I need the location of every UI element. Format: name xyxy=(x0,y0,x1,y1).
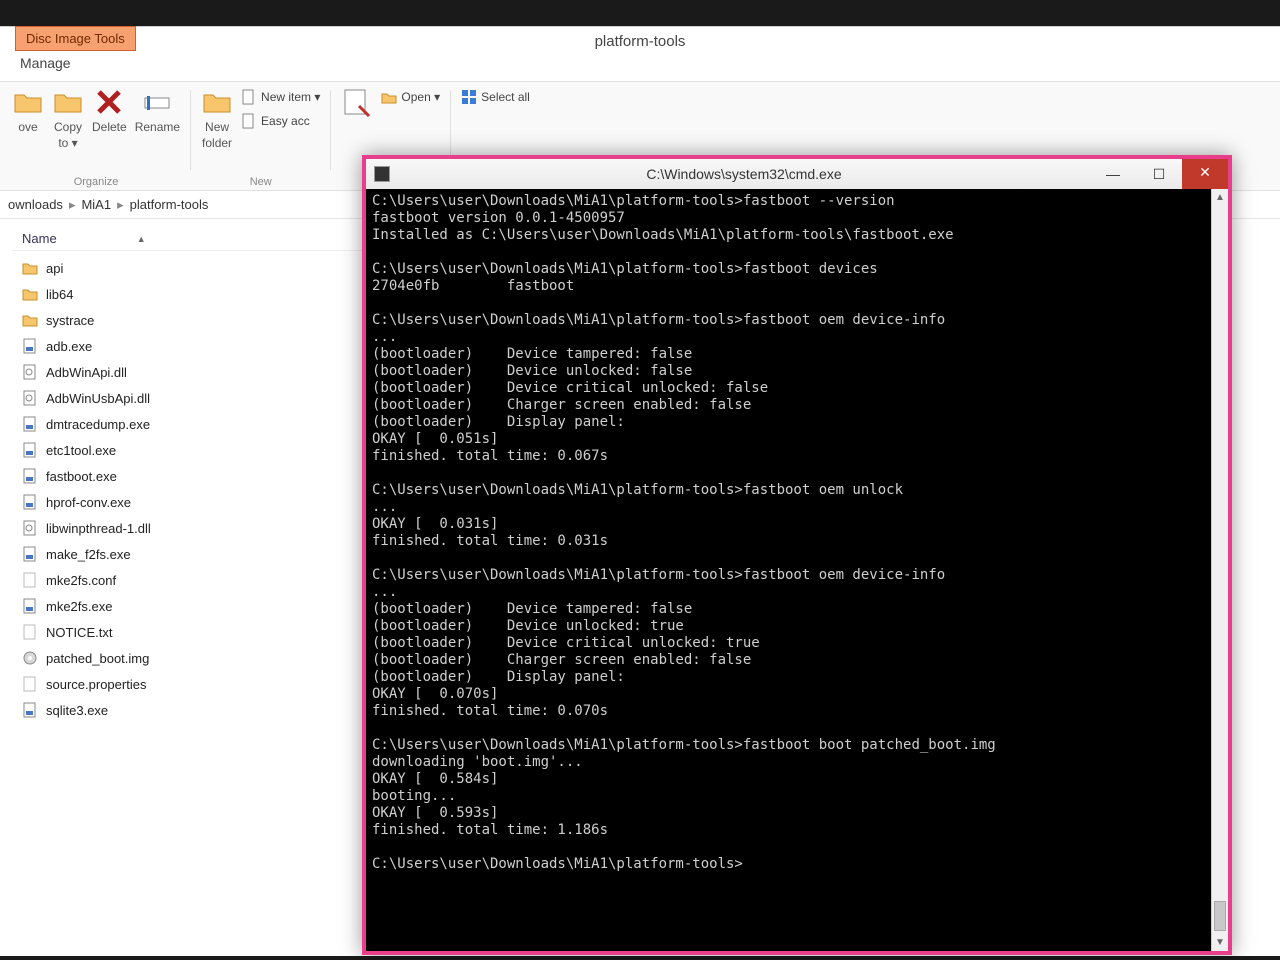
file-row[interactable]: systrace xyxy=(22,307,370,333)
file-row[interactable]: NOTICE.txt xyxy=(22,619,370,645)
select-all-button[interactable]: Select all xyxy=(461,86,530,108)
maximize-button[interactable]: ☐ xyxy=(1136,159,1182,189)
open-label: Open ▾ xyxy=(401,90,440,104)
file-list: api lib64 systrace adb.exe AdbWinApi.dll AdbW… xyxy=(12,251,380,727)
file-name: patched_boot.img xyxy=(46,651,149,666)
file-row[interactable]: hprof-conv.exe xyxy=(22,489,370,515)
scroll-thumb[interactable] xyxy=(1214,901,1226,931)
file-name: NOTICE.txt xyxy=(46,625,112,640)
file-list-pane: Name ▲ api lib64 systrace adb.exe AdbWinApi.… xyxy=(12,227,380,956)
properties-button[interactable] xyxy=(341,86,373,118)
cmd-title: C:\Windows\system32\cmd.exe xyxy=(398,166,1090,182)
file-row[interactable]: mke2fs.conf xyxy=(22,567,370,593)
cmd-icon xyxy=(374,166,390,182)
file-name: etc1tool.exe xyxy=(46,443,116,458)
file-row[interactable]: patched_boot.img xyxy=(22,645,370,671)
delete-button[interactable]: Delete xyxy=(92,86,127,134)
cmd-scrollbar[interactable]: ▲ ▼ xyxy=(1211,189,1228,951)
minimize-button[interactable]: — xyxy=(1090,159,1136,189)
file-row[interactable]: fastboot.exe xyxy=(22,463,370,489)
file-row[interactable]: source.properties xyxy=(22,671,370,697)
move-to-button[interactable]: ove xyxy=(12,86,44,134)
file-name: AdbWinUsbApi.dll xyxy=(46,391,150,406)
file-row[interactable]: sqlite3.exe xyxy=(22,697,370,723)
file-name: fastboot.exe xyxy=(46,469,117,484)
file-name: sqlite3.exe xyxy=(46,703,108,718)
file-name: dmtracedump.exe xyxy=(46,417,150,432)
new-folder-label1: New xyxy=(205,120,229,134)
file-row[interactable]: adb.exe xyxy=(22,333,370,359)
scroll-up-icon[interactable]: ▲ xyxy=(1212,189,1228,206)
file-name: api xyxy=(46,261,63,276)
select-all-label: Select all xyxy=(481,90,530,104)
easy-access-button[interactable]: Easy acc xyxy=(241,110,320,132)
file-name: systrace xyxy=(46,313,94,328)
file-row[interactable]: libwinpthread-1.dll xyxy=(22,515,370,541)
copy-to-button[interactable]: Copy to ▾ xyxy=(52,86,84,150)
file-row[interactable]: api xyxy=(22,255,370,281)
file-name: lib64 xyxy=(46,287,73,302)
file-row[interactable]: dmtracedump.exe xyxy=(22,411,370,437)
new-folder-label2: folder xyxy=(202,136,232,150)
close-button[interactable]: ✕ xyxy=(1182,159,1228,189)
file-name: libwinpthread-1.dll xyxy=(46,521,151,536)
file-name: source.properties xyxy=(46,677,146,692)
copy-sub-label: to ▾ xyxy=(58,136,77,150)
cmd-output[interactable]: C:\Users\user\Downloads\MiA1\platform-to… xyxy=(366,189,1228,951)
breadcrumb[interactable]: ownloads xyxy=(8,197,63,212)
ribbon-separator xyxy=(330,90,331,170)
cmd-titlebar[interactable]: C:\Windows\system32\cmd.exe — ☐ ✕ xyxy=(366,159,1228,189)
move-label: ove xyxy=(18,120,37,134)
file-row[interactable]: AdbWinUsbApi.dll xyxy=(22,385,370,411)
window-title: platform-tools xyxy=(0,27,1280,50)
sort-asc-icon: ▲ xyxy=(137,234,146,244)
new-item-label: New item ▾ xyxy=(261,90,320,104)
file-name: make_f2fs.exe xyxy=(46,547,131,562)
file-row[interactable]: AdbWinApi.dll xyxy=(22,359,370,385)
ribbon-separator xyxy=(190,90,191,170)
new-item-button[interactable]: New item ▾ xyxy=(241,86,320,108)
scroll-down-icon[interactable]: ▼ xyxy=(1212,934,1228,951)
chevron-right-icon: ▸ xyxy=(69,197,76,213)
file-name: mke2fs.conf xyxy=(46,573,116,588)
file-name: mke2fs.exe xyxy=(46,599,112,614)
file-row[interactable]: make_f2fs.exe xyxy=(22,541,370,567)
easy-access-label: Easy acc xyxy=(261,114,310,128)
file-name: hprof-conv.exe xyxy=(46,495,131,510)
file-row[interactable]: mke2fs.exe xyxy=(22,593,370,619)
file-name: AdbWinApi.dll xyxy=(46,365,127,380)
rename-button[interactable]: Rename xyxy=(135,86,180,134)
cmd-window: C:\Windows\system32\cmd.exe — ☐ ✕ C:\Use… xyxy=(362,155,1232,955)
open-button[interactable]: Open ▾ xyxy=(381,86,440,108)
ribbon-tab-manage[interactable]: Manage xyxy=(20,55,71,71)
delete-label: Delete xyxy=(92,120,127,134)
rename-label: Rename xyxy=(135,120,180,134)
file-name: adb.exe xyxy=(46,339,92,354)
group-organize-label: Organize xyxy=(6,176,186,188)
file-row[interactable]: etc1tool.exe xyxy=(22,437,370,463)
column-header-name[interactable]: Name ▲ xyxy=(12,227,380,251)
file-row[interactable]: lib64 xyxy=(22,281,370,307)
group-new-label: New xyxy=(195,176,326,188)
chevron-right-icon: ▸ xyxy=(117,197,124,213)
breadcrumb[interactable]: MiA1 xyxy=(81,197,111,212)
breadcrumb[interactable]: platform-tools xyxy=(130,197,209,212)
copy-label: Copy xyxy=(54,120,82,134)
new-folder-button[interactable]: New folder xyxy=(201,86,233,150)
name-header-label: Name xyxy=(22,231,57,246)
